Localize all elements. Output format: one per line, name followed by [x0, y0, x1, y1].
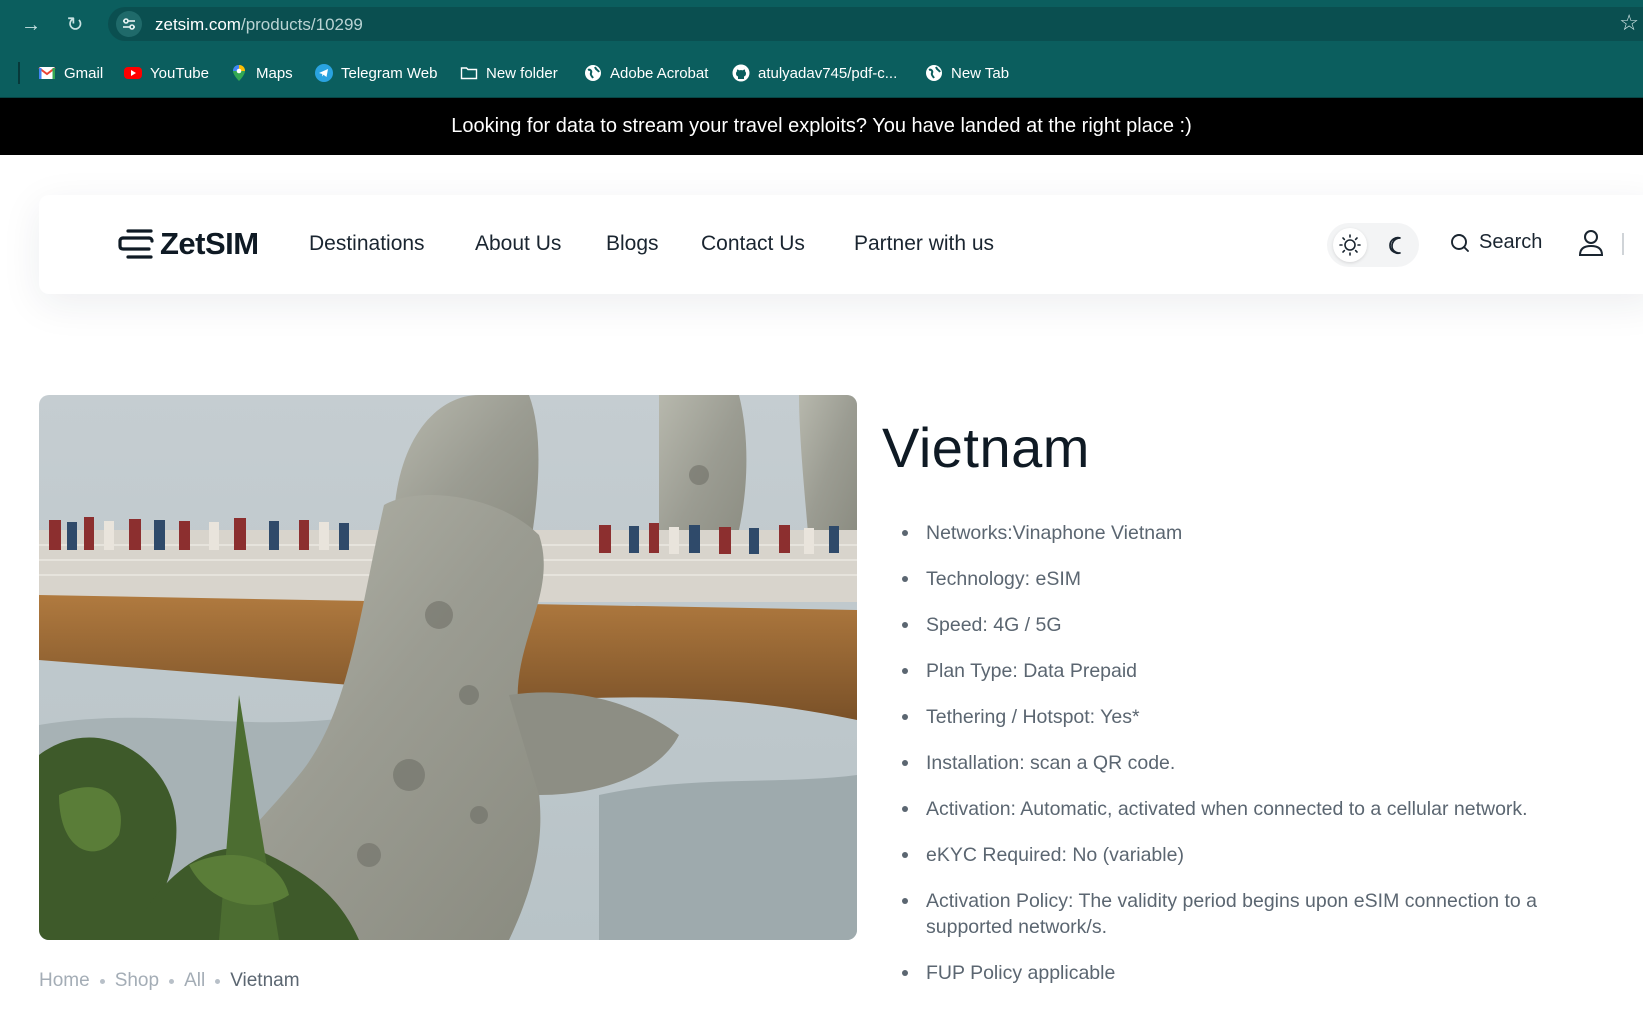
bookmarks-divider	[18, 62, 20, 84]
product-title: Vietnam	[882, 416, 1090, 479]
globe-icon	[584, 64, 602, 82]
bookmark-label: Adobe Acrobat	[610, 64, 709, 82]
zetsim-logo[interactable]: ZetSIM	[118, 226, 259, 262]
folder-icon	[460, 64, 478, 82]
logo-text: ZetSIM	[160, 226, 259, 261]
feature-speed: Speed: 4G / 5G	[902, 612, 1586, 638]
breadcrumb-separator	[99, 978, 105, 984]
bookmarks-bar: Gmail YouTube Maps Telegram Web New fold…	[0, 48, 1643, 98]
url-text[interactable]: zetsim.com/products/10299	[155, 15, 363, 35]
bookmark-label: Gmail	[64, 64, 104, 82]
bookmark-label: New Tab	[951, 64, 1010, 82]
nav-partner-with-us[interactable]: Partner with us	[854, 232, 994, 256]
telegram-icon	[315, 64, 333, 82]
site-header: ZetSIM Destinations About Us Blogs Conta…	[39, 195, 1643, 294]
bookmark-youtube[interactable]: YouTube	[124, 62, 209, 84]
bookmark-new-folder[interactable]: New folder	[460, 62, 558, 84]
breadcrumb-separator	[215, 978, 221, 984]
bookmark-star-icon[interactable]: ☆	[1619, 10, 1639, 36]
bookmark-label: YouTube	[150, 64, 209, 82]
nav-contact-us[interactable]: Contact Us	[701, 232, 805, 256]
sun-icon[interactable]	[1333, 228, 1367, 262]
product-features-list: Networks:Vinaphone Vietnam Technology: e…	[902, 520, 1586, 1006]
github-icon	[732, 64, 750, 82]
feature-fup-policy: FUP Policy applicable	[902, 960, 1586, 986]
browser-toolbar: → ↻ zetsim.com/products/10299 ☆	[0, 0, 1643, 48]
feature-ekyc: eKYC Required: No (variable)	[902, 842, 1586, 868]
maps-icon	[230, 64, 248, 82]
zetsim-logo-icon	[118, 227, 154, 261]
gmail-icon	[38, 64, 56, 82]
bookmark-adobe-acrobat[interactable]: Adobe Acrobat	[584, 62, 708, 84]
feature-networks: Networks:Vinaphone Vietnam	[902, 520, 1586, 546]
nav-blogs[interactable]: Blogs	[606, 232, 659, 256]
breadcrumb-all[interactable]: All	[184, 970, 205, 992]
breadcrumb: Home Shop All Vietnam	[39, 970, 300, 992]
announcement-bar: Looking for data to stream your travel e…	[0, 98, 1643, 155]
nav-about-us[interactable]: About Us	[475, 232, 561, 256]
youtube-icon	[124, 64, 142, 82]
bookmark-maps[interactable]: Maps	[230, 62, 293, 84]
bookmark-new-tab[interactable]: New Tab	[925, 62, 1009, 84]
address-bar[interactable]: zetsim.com/products/10299 ☆	[108, 7, 1643, 41]
bookmark-label: Maps	[256, 64, 293, 82]
bookmark-label: Telegram Web	[341, 64, 438, 82]
nav-destinations[interactable]: Destinations	[309, 232, 425, 256]
header-divider	[1622, 233, 1624, 255]
globe-icon	[925, 64, 943, 82]
search-label: Search	[1479, 231, 1543, 253]
product-image	[39, 395, 857, 940]
feature-installation: Installation: scan a QR code.	[902, 750, 1586, 776]
breadcrumb-current: Vietnam	[230, 970, 300, 991]
bookmark-github[interactable]: atulyadav745/pdf-c...	[732, 62, 897, 84]
feature-activation-policy: Activation Policy: The validity period b…	[902, 888, 1586, 940]
bookmark-telegram[interactable]: Telegram Web	[315, 62, 437, 84]
breadcrumb-shop[interactable]: Shop	[115, 970, 159, 992]
bookmark-label: New folder	[486, 64, 558, 82]
reload-icon[interactable]: ↻	[62, 12, 88, 38]
breadcrumb-home[interactable]: Home	[39, 970, 90, 992]
breadcrumb-separator	[169, 978, 175, 984]
url-path: /products/10299	[240, 15, 363, 34]
moon-icon[interactable]	[1381, 230, 1411, 260]
feature-tethering: Tethering / Hotspot: Yes*	[902, 704, 1586, 730]
feature-activation: Activation: Automatic, activated when co…	[902, 796, 1586, 822]
url-host: zetsim.com	[155, 15, 241, 34]
site-settings-icon[interactable]	[116, 11, 142, 37]
forward-icon[interactable]: →	[18, 12, 44, 38]
search-icon	[1451, 233, 1469, 252]
feature-plan-type: Plan Type: Data Prepaid	[902, 658, 1586, 684]
user-account-icon[interactable]	[1576, 227, 1606, 259]
theme-toggle[interactable]	[1327, 223, 1419, 267]
bookmark-label: atulyadav745/pdf-c...	[758, 64, 898, 82]
golden-bridge-image	[39, 395, 857, 940]
search-button[interactable]: Search	[1449, 231, 1542, 254]
feature-technology: Technology: eSIM	[902, 566, 1586, 592]
bookmark-gmail[interactable]: Gmail	[38, 62, 103, 84]
